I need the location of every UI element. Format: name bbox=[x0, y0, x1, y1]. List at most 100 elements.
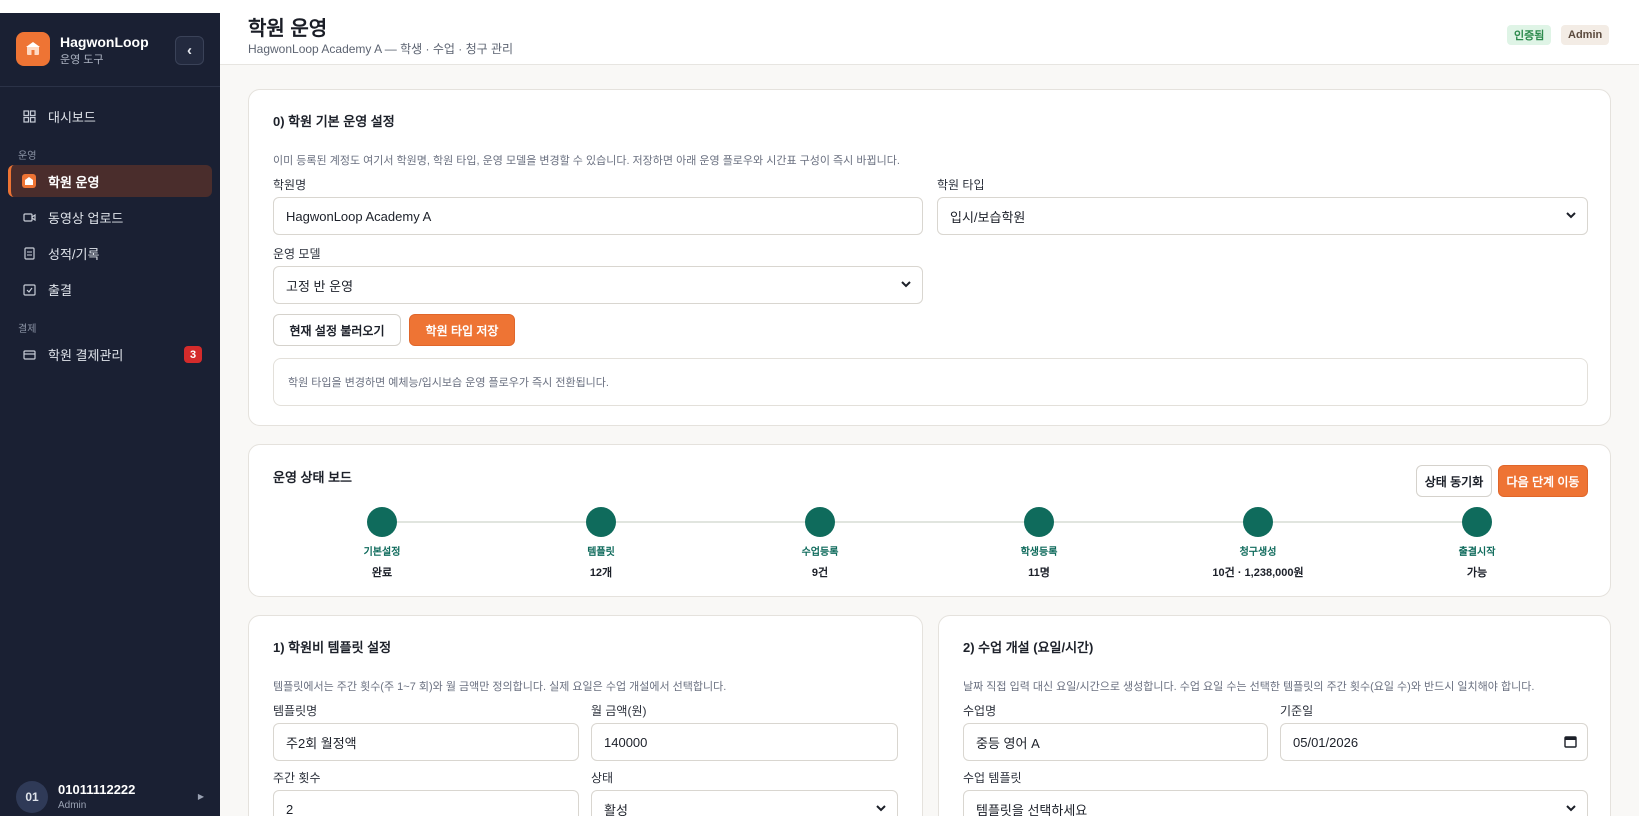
document-icon bbox=[22, 246, 36, 260]
chevron-down-icon bbox=[901, 281, 911, 288]
status-board-card: 운영 상태 보드 상태 동기화 다음 단계 이동 기본설정 완료 템플릿 12개 수업등… bbox=[248, 444, 1611, 597]
step-value: 10건 · 1,238,000원 bbox=[1212, 567, 1304, 579]
sidebar-collapse-button[interactable]: ‹ bbox=[175, 36, 204, 65]
class-name-input[interactable]: 중등 영어 A bbox=[963, 723, 1268, 761]
step-label: 템플릿 bbox=[587, 547, 615, 558]
sidebar-item-label: 출결 bbox=[48, 282, 72, 298]
template-name-input[interactable]: 주2회 월정액 bbox=[273, 723, 579, 761]
user-role: Admin bbox=[58, 800, 87, 811]
academy-type-value: 입시/보습학원 bbox=[950, 209, 1026, 225]
nav-section-operations: 운영 bbox=[18, 151, 37, 162]
monthly-amount-label: 월 금액(원) bbox=[591, 704, 647, 718]
template-settings-card: 1) 학원비 템플릿 설정 템플릿에서는 주간 횟수(주 1~7 회)와 월 금… bbox=[248, 615, 923, 816]
template-status-label: 상태 bbox=[591, 771, 614, 785]
page-subtitle: HagwonLoop Academy A — 학생 · 수업 · 청구 관리 bbox=[248, 42, 514, 56]
step-value: 12개 bbox=[589, 567, 613, 579]
type-change-notice: 학원 타입을 변경하면 예체능/입시보습 운영 플로우가 즉시 전환됩니다. bbox=[273, 358, 1588, 406]
user-name: 01011112222 bbox=[58, 782, 136, 797]
class-name-label: 수업명 bbox=[963, 704, 997, 718]
sidebar-item-label: 학원 결제관리 bbox=[48, 347, 124, 363]
chevron-down-icon bbox=[1566, 212, 1576, 219]
step-complete-dot bbox=[805, 507, 835, 537]
chevron-left-icon: ‹ bbox=[187, 42, 192, 59]
class-template-select[interactable]: 템플릿을 선택하세요 bbox=[963, 790, 1588, 816]
class-template-label: 수업 템플릿 bbox=[963, 771, 1022, 785]
step-label: 학생등록 bbox=[1020, 547, 1058, 558]
calendar-icon[interactable] bbox=[1564, 735, 1577, 748]
card-title: 2) 수업 개설 (요일/시간) bbox=[963, 640, 1094, 655]
load-settings-button[interactable]: 현재 설정 불러오기 bbox=[273, 314, 401, 346]
sidebar-divider bbox=[0, 86, 220, 87]
sidebar-item-label: 동영상 업로드 bbox=[48, 210, 124, 226]
operation-model-label: 운영 모델 bbox=[273, 247, 321, 261]
caret-right-icon: ▶ bbox=[197, 792, 204, 801]
card-description: 날짜 직접 입력 대신 요일/시간으로 생성합니다. 수업 요일 수는 선택한 … bbox=[963, 681, 1535, 693]
sync-status-button[interactable]: 상태 동기화 bbox=[1416, 465, 1492, 497]
basic-settings-card: 0) 학원 기본 운영 설정 이미 등록된 계정도 여기서 학원명, 학원 타입… bbox=[248, 89, 1611, 426]
next-step-button[interactable]: 다음 단계 이동 bbox=[1498, 465, 1588, 497]
step-complete-dot bbox=[1024, 507, 1054, 537]
page-header: 학원 운영 HagwonLoop Academy A — 학생 · 수업 · 청… bbox=[220, 0, 1639, 65]
step-label: 청구생성 bbox=[1239, 547, 1277, 558]
sidebar-item-payment-mgmt[interactable]: 학원 결제관리 3 bbox=[8, 338, 212, 370]
weekly-count-label: 주간 횟수 bbox=[273, 771, 321, 785]
template-status-select[interactable]: 활성 bbox=[591, 790, 898, 816]
status-step: 출결시작가능 bbox=[1407, 507, 1547, 580]
step-complete-dot bbox=[586, 507, 616, 537]
dashboard-icon bbox=[22, 109, 36, 123]
sidebar-item-attendance[interactable]: 출결 bbox=[8, 273, 212, 305]
credit-card-icon bbox=[22, 347, 36, 361]
card-title: 1) 학원비 템플릿 설정 bbox=[273, 640, 392, 655]
card-title: 운영 상태 보드 bbox=[273, 470, 352, 485]
step-complete-dot bbox=[367, 507, 397, 537]
sidebar: HagwonLoop 운영 도구 ‹ 대시보드 운영 학원 운영 동영상 업로드… bbox=[0, 0, 220, 816]
template-status-value: 활성 bbox=[604, 802, 628, 816]
monthly-amount-input[interactable]: 140000 bbox=[591, 723, 898, 761]
card-description: 이미 등록된 계정도 여기서 학원명, 학원 타입, 운영 모델을 변경할 수 … bbox=[273, 155, 900, 167]
payment-count-badge: 3 bbox=[184, 346, 202, 363]
step-value: 11명 bbox=[1028, 567, 1050, 579]
sidebar-item-dashboard[interactable]: 대시보드 bbox=[8, 100, 212, 132]
weekly-count-input[interactable]: 2 bbox=[273, 790, 579, 816]
academy-name-value: HagwonLoop Academy A bbox=[286, 208, 432, 224]
step-label: 기본설정 bbox=[363, 547, 401, 558]
step-complete-dot bbox=[1243, 507, 1273, 537]
step-value: 9건 bbox=[811, 567, 829, 579]
sidebar-item-academy-ops[interactable]: 학원 운영 bbox=[8, 165, 212, 197]
class-open-card: 2) 수업 개설 (요일/시간) 날짜 직접 입력 대신 요일/시간으로 생성합… bbox=[938, 615, 1611, 816]
base-date-value: 05/01/2026 bbox=[1293, 734, 1359, 750]
status-step: 청구생성 10건 · 1,238,000원 bbox=[1188, 507, 1328, 580]
brand-title: HagwonLoop bbox=[60, 34, 149, 50]
class-template-value: 템플릿을 선택하세요 bbox=[976, 802, 1088, 816]
class-name-value: 중등 영어 A bbox=[976, 735, 1040, 751]
chevron-down-icon bbox=[876, 805, 886, 812]
save-academy-type-button[interactable]: 학원 타입 저장 bbox=[409, 314, 515, 346]
brand-subtitle: 운영 도구 bbox=[60, 54, 104, 66]
status-step: 기본설정 완료 bbox=[312, 507, 452, 580]
template-name-value: 주2회 월정액 bbox=[286, 735, 357, 751]
video-icon bbox=[22, 210, 36, 224]
sidebar-item-label: 학원 운영 bbox=[48, 174, 100, 190]
academy-name-input[interactable]: HagwonLoop Academy A bbox=[273, 197, 923, 235]
operation-model-select[interactable]: 고정 반 운영 bbox=[273, 266, 923, 304]
step-label: 출결시작 bbox=[1458, 547, 1496, 558]
card-description: 템플릿에서는 주간 횟수(주 1~7 회)와 월 금액만 정의합니다. 실제 요… bbox=[273, 681, 727, 693]
academy-type-label: 학원 타입 bbox=[937, 178, 985, 192]
academy-type-select[interactable]: 입시/보습학원 bbox=[937, 197, 1588, 235]
brand-logo-icon bbox=[16, 32, 50, 66]
sidebar-item-label: 성적/기록 bbox=[48, 246, 100, 262]
step-value: 가능 bbox=[1466, 567, 1488, 579]
page-title: 학원 운영 bbox=[248, 18, 328, 40]
base-date-label: 기준일 bbox=[1280, 704, 1314, 718]
base-date-input[interactable]: 05/01/2026 bbox=[1280, 723, 1588, 761]
sidebar-item-video-upload[interactable]: 동영상 업로드 bbox=[8, 201, 212, 233]
status-step: 템플릿 12개 bbox=[531, 507, 671, 580]
academy-icon bbox=[22, 174, 36, 188]
status-step: 학생등록 11명 bbox=[969, 507, 1109, 580]
user-profile[interactable]: 01 01011112222 Admin ▶ bbox=[0, 772, 220, 816]
step-complete-dot bbox=[1462, 507, 1492, 537]
status-step: 수업등록 9건 bbox=[750, 507, 890, 580]
step-label: 수업등록 bbox=[801, 547, 839, 558]
sidebar-item-grades[interactable]: 성적/기록 bbox=[8, 237, 212, 269]
nav-section-payments: 결제 bbox=[18, 324, 37, 335]
